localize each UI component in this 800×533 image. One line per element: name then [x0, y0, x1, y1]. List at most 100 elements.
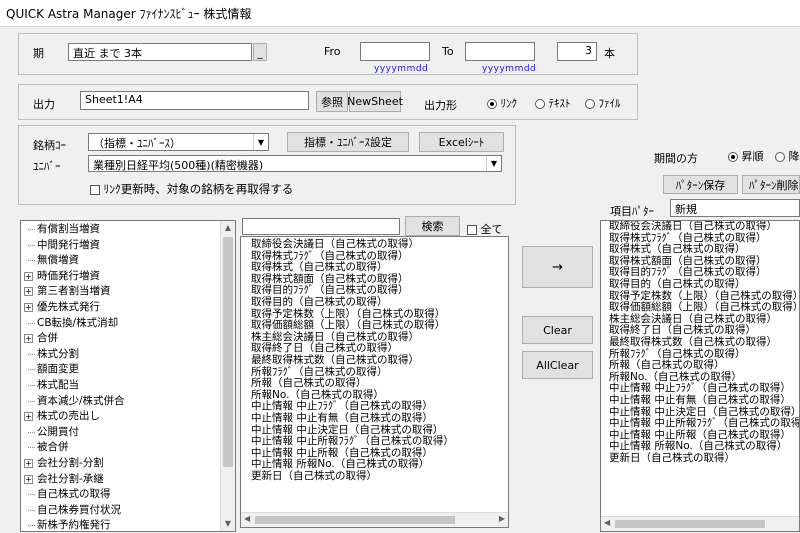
- format-radio-link[interactable]: [487, 99, 497, 109]
- expand-icon[interactable]: +: [24, 287, 33, 297]
- tree-node[interactable]: + 時価発行増資: [21, 269, 221, 285]
- format-option-link[interactable]: ﾘﾝｸ: [487, 95, 517, 111]
- scroll-right-icon[interactable]: ▶: [499, 514, 505, 523]
- selected-list-item[interactable]: 最終取得株式数（自己株式の取得）: [601, 336, 799, 349]
- search-input[interactable]: [242, 218, 400, 235]
- select-all-row[interactable]: 全て: [467, 221, 503, 237]
- available-list-item[interactable]: 取得価額総額（上限）（自己株式の取得）: [241, 320, 454, 332]
- from-date-input[interactable]: [360, 42, 430, 61]
- reacquire-checkbox[interactable]: [90, 185, 100, 195]
- item-pattern-input[interactable]: 新規: [670, 199, 800, 217]
- scroll-left-icon[interactable]: ◀: [244, 514, 250, 523]
- expand-icon[interactable]: +: [24, 334, 33, 344]
- available-list-item[interactable]: 中止情報 中止所報ﾌﾗｸﾞ（自己株式の取得）: [241, 435, 454, 448]
- tree-node[interactable]: 株式分割: [21, 347, 221, 363]
- expand-icon[interactable]: +: [24, 412, 33, 422]
- save-pattern-button[interactable]: ﾊﾟﾀｰﾝ保存: [663, 175, 738, 194]
- order-option-asc[interactable]: 昇順: [728, 148, 764, 164]
- tree-node[interactable]: 公開買付: [21, 425, 221, 441]
- hscroll-thumb[interactable]: [615, 520, 765, 528]
- tree-node[interactable]: 無償増資: [21, 253, 221, 269]
- available-items-list[interactable]: 取締役会決議日（自己株式の取得） 取得株式ﾌﾗｸﾞ（自己株式の取得） 取得株式（自己…: [240, 236, 509, 528]
- universe-combo[interactable]: 業種別日経平均(500種)(精密機器) ▼: [88, 155, 502, 172]
- format-option-text[interactable]: ﾃｷｽﾄ: [535, 95, 571, 111]
- add-item-button[interactable]: →: [522, 246, 593, 288]
- tree-scrollbar[interactable]: ▲ ▼: [220, 221, 235, 531]
- tree-node-label: 会社分割-承継: [37, 472, 104, 485]
- order-option-desc[interactable]: 降: [775, 148, 800, 164]
- available-list-item[interactable]: 取締役会決議日（自己株式の取得）: [241, 238, 454, 251]
- format-radio-file[interactable]: [585, 99, 595, 109]
- chevron-down-icon[interactable]: ▼: [253, 134, 268, 150]
- browse-button[interactable]: 参照: [316, 91, 348, 112]
- reacquire-checkbox-row[interactable]: ﾘﾝｸ更新時、対象の銘柄を再取得する: [90, 181, 293, 197]
- tree-node[interactable]: CB転換/株式消却: [21, 316, 221, 332]
- tree-node-label: 被合併: [37, 441, 69, 454]
- select-all-checkbox[interactable]: [467, 225, 477, 235]
- tree-node[interactable]: 新株予約権発行: [21, 518, 221, 531]
- expand-icon[interactable]: +: [24, 458, 33, 468]
- search-button[interactable]: 検索: [405, 216, 460, 236]
- tree-node[interactable]: 被合併: [21, 440, 221, 456]
- expand-icon[interactable]: +: [24, 302, 33, 312]
- available-list-item[interactable]: 所報（自己株式の取得）: [241, 378, 454, 390]
- tree-node[interactable]: + 合併: [21, 331, 221, 347]
- to-date-input[interactable]: [465, 42, 535, 61]
- period-picker-button[interactable]: _: [253, 43, 267, 61]
- scroll-up-icon[interactable]: ▲: [221, 221, 235, 235]
- tree-node[interactable]: + 第三者割当増資: [21, 284, 221, 300]
- format-radio-text[interactable]: [535, 99, 545, 109]
- newsheet-button[interactable]: NewSheet: [347, 91, 403, 112]
- available-list-item[interactable]: 中止情報 中止有無（自己株式の取得）: [241, 412, 454, 425]
- selected-items-list[interactable]: 取締役会決議日（自己株式の取得） 取得株式ﾌﾗｸﾞ（自己株式の取得） 取得株式（自己…: [600, 220, 800, 532]
- available-list-item[interactable]: 最終取得株式数（自己株式の取得）: [241, 354, 454, 367]
- tree-node[interactable]: + 会社分割-承継: [21, 472, 221, 488]
- selected-list-item[interactable]: 中止情報 中止有無（自己株式の取得）: [601, 394, 799, 407]
- universe-label: ﾕﾆﾊﾞｰ: [33, 160, 61, 173]
- tree-node[interactable]: 自己株式の取得: [21, 487, 221, 503]
- selected-items-hscrollbar[interactable]: ◀: [601, 516, 799, 531]
- selected-list-item[interactable]: 中止情報 中止所報ﾌﾗｸﾞ（自己株式の取得）: [601, 417, 799, 430]
- tree-node[interactable]: 自己株券買付状況: [21, 503, 221, 519]
- scroll-left-icon[interactable]: ◀: [604, 518, 610, 527]
- chevron-down-icon[interactable]: ▼: [486, 156, 501, 171]
- tree-node[interactable]: 株式配当: [21, 378, 221, 394]
- tree-node[interactable]: 中間発行増資: [21, 238, 221, 254]
- delete-pattern-button[interactable]: ﾊﾟﾀｰﾝ削除: [742, 175, 800, 194]
- available-items-hscrollbar[interactable]: ◀ ▶: [241, 512, 508, 527]
- available-list-item[interactable]: 取得目的（自己株式の取得）: [241, 296, 454, 309]
- selected-list-item[interactable]: 取得目的（自己株式の取得）: [601, 278, 799, 291]
- selected-list-item[interactable]: 所報（自己株式の取得）: [601, 360, 799, 372]
- output-cell-input[interactable]: Sheet1!A4: [80, 91, 309, 110]
- tree-node[interactable]: + 優先株式発行: [21, 300, 221, 316]
- expand-icon[interactable]: +: [24, 271, 33, 281]
- tree-connector: [28, 400, 35, 402]
- tree-node[interactable]: + 株式の売出し: [21, 409, 221, 425]
- format-option-file[interactable]: ﾌｧｲﾙ: [585, 95, 621, 111]
- universe-setting-button[interactable]: 指標・ﾕﾆﾊﾞｰｽ設定: [287, 132, 409, 152]
- to-date-hint: yyyymmdd: [482, 64, 537, 74]
- scroll-down-icon[interactable]: ▼: [221, 517, 235, 531]
- tree-node[interactable]: + 会社分割-分割: [21, 456, 221, 472]
- tree-node-label: 無償増資: [37, 254, 79, 267]
- tree-node[interactable]: 有償割当増資: [21, 222, 221, 238]
- excel-sheet-button[interactable]: Excelｼｰﾄ: [419, 132, 504, 152]
- hscroll-thumb[interactable]: [255, 516, 455, 524]
- category-tree[interactable]: 有償割当増資 中間発行増資 無償増資 + 時価発行増資 + 第三者割当増資 + 優先株式発行 CB…: [20, 220, 236, 532]
- clear-button[interactable]: Clear: [522, 316, 593, 344]
- tree-node[interactable]: 資本減少/株式併合: [21, 394, 221, 410]
- security-code-combo[interactable]: （指標・ﾕﾆﾊﾞｰｽ） ▼: [88, 133, 269, 151]
- period-input[interactable]: 直近 まで 3本: [68, 43, 252, 61]
- selected-list-item[interactable]: 更新日（自己株式の取得）: [601, 452, 799, 465]
- order-radio-desc[interactable]: [775, 152, 785, 162]
- tree-node-label: 株式配当: [37, 378, 79, 391]
- tree-node[interactable]: 額面変更: [21, 362, 221, 378]
- tree-scroll-thumb[interactable]: [223, 237, 233, 467]
- order-radio-asc[interactable]: [728, 152, 738, 162]
- allclear-button[interactable]: AllClear: [522, 351, 593, 379]
- period-count-input[interactable]: 3: [557, 42, 597, 61]
- available-list-item[interactable]: 更新日（自己株式の取得）: [241, 470, 454, 483]
- selected-list-item[interactable]: 取締役会決議日（自己株式の取得）: [601, 221, 799, 233]
- selected-list-item[interactable]: 取得価額総額（上限）（自己株式の取得）: [601, 302, 799, 314]
- expand-icon[interactable]: +: [24, 474, 33, 484]
